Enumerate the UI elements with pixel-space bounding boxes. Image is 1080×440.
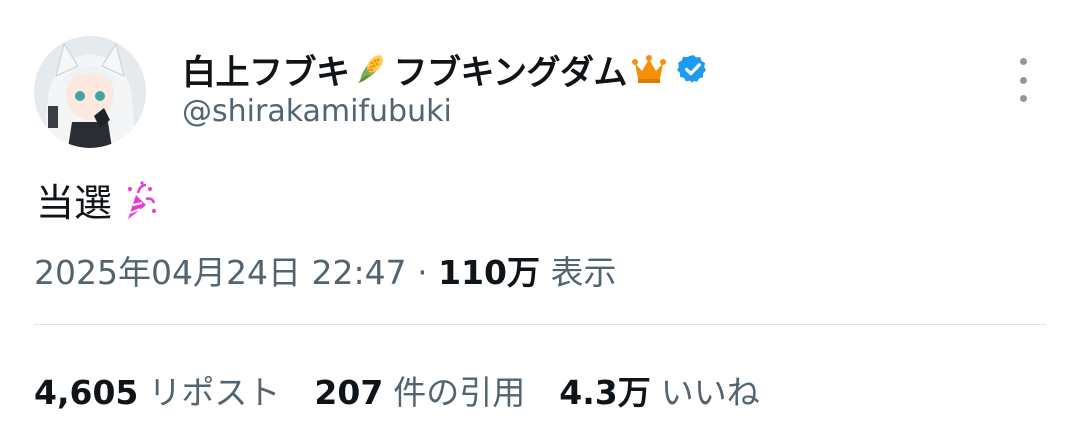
- avatar-image: [34, 36, 146, 148]
- meta-separator: ·: [417, 253, 428, 292]
- tweet-body: 当選: [36, 181, 113, 225]
- quotes-stat[interactable]: 207 件の引用: [314, 366, 525, 414]
- more-options-icon[interactable]: [1008, 58, 1038, 102]
- reposts-stat[interactable]: 4,605 リポスト: [34, 366, 280, 414]
- engagement-stats: 4,605 リポスト 207 件の引用 4.3万 いいね: [34, 366, 760, 414]
- timestamp[interactable]: 2025年04月24日 22:47: [34, 253, 407, 292]
- crown-icon: [631, 51, 667, 87]
- user-handle[interactable]: @shirakamifubuki: [182, 94, 452, 129]
- corn-icon: [354, 51, 390, 87]
- tweet-meta: 2025年04月24日 22:47 · 110万 表示: [34, 246, 616, 294]
- display-name-part1[interactable]: 白上フブキ: [182, 45, 350, 94]
- avatar[interactable]: [34, 36, 146, 148]
- quotes-label: 件の引用: [393, 373, 526, 412]
- display-name-row[interactable]: 白上フブキ フブキングダム: [182, 44, 709, 94]
- dot-icon: [1019, 76, 1027, 84]
- dot-icon: [1019, 95, 1027, 102]
- divider: [34, 324, 1046, 325]
- views-count: 110万: [438, 253, 540, 292]
- verified-badge-icon[interactable]: [677, 53, 709, 85]
- likes-count: 4.3万: [559, 373, 651, 412]
- display-name-part2[interactable]: フブキングダム: [394, 45, 628, 94]
- quotes-count: 207: [314, 373, 384, 412]
- reposts-count: 4,605: [34, 373, 139, 412]
- reposts-label: リポスト: [148, 373, 281, 412]
- tweet-text: 当選: [36, 172, 158, 227]
- dot-icon: [1019, 58, 1027, 65]
- likes-label: いいね: [660, 373, 760, 412]
- party-popper-icon: [116, 179, 158, 221]
- likes-stat[interactable]: 4.3万 いいね: [559, 366, 759, 414]
- views-label: 表示: [550, 253, 617, 292]
